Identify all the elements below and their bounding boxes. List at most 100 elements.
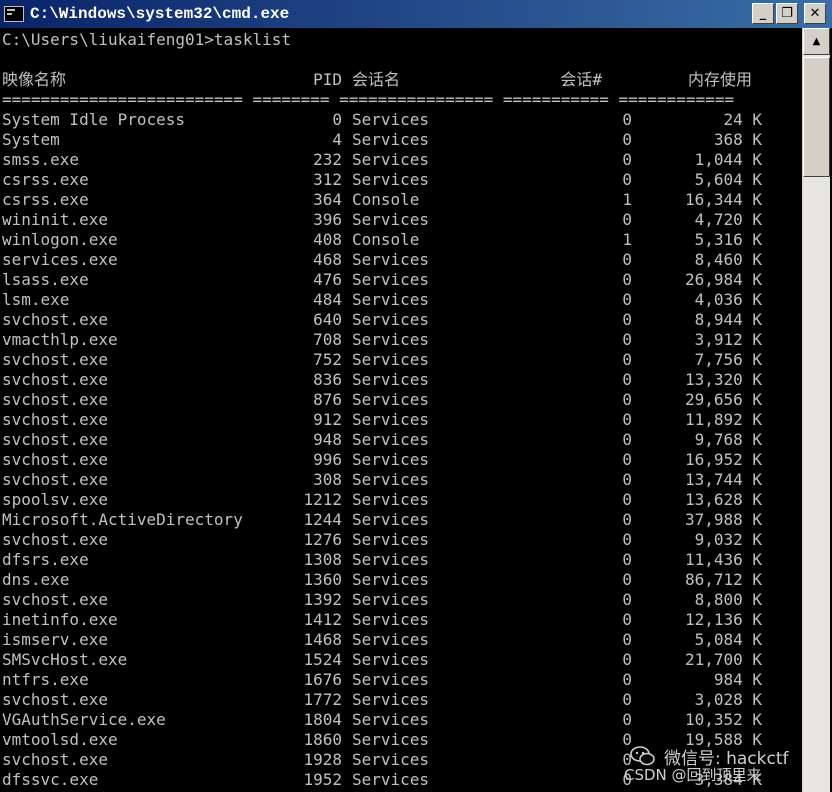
image-name-cell: spoolsv.exe <box>2 490 108 509</box>
image-name-cell: lsm.exe <box>2 290 70 309</box>
image-name-cell: ismserv.exe <box>2 630 108 649</box>
memory-usage-cell: 8,800 K <box>694 590 762 609</box>
session-number-cell: 0 <box>622 730 632 749</box>
memory-usage-cell: 7,756 K <box>694 350 762 369</box>
session-name-cell: Services <box>352 650 430 669</box>
image-name-cell: svchost.exe <box>2 350 108 369</box>
session-number-cell: 0 <box>622 330 632 349</box>
session-number-cell: 0 <box>622 510 632 529</box>
session-number-cell: 0 <box>622 530 632 549</box>
pid-cell: 312 <box>313 170 342 189</box>
session-name-cell: Services <box>352 330 430 349</box>
image-name-cell: dns.exe <box>2 570 70 589</box>
session-name-cell: Services <box>352 110 430 129</box>
table-row: svchost.exe 836 Services 0 13,320 K <box>0 370 802 390</box>
memory-usage-cell: 3,912 K <box>694 330 762 349</box>
pid-cell: 708 <box>313 330 342 349</box>
image-name-cell: dfssvc.exe <box>2 770 99 789</box>
window-controls: _ ❐ ✕ <box>752 3 826 24</box>
image-name-cell: smss.exe <box>2 150 80 169</box>
session-name-cell: Services <box>352 470 430 489</box>
pid-cell: 1524 <box>303 650 342 669</box>
image-name-cell: wininit.exe <box>2 210 108 229</box>
pid-cell: 752 <box>313 350 342 369</box>
image-name-cell: csrss.exe <box>2 170 89 189</box>
session-number-cell: 0 <box>622 450 632 469</box>
table-row: VGAuthService.exe 1804 Services 0 10,352 K <box>0 710 802 730</box>
pid-cell: 0 <box>332 110 342 129</box>
pid-cell: 912 <box>313 410 342 429</box>
memory-usage-cell: 10,352 K <box>684 710 762 729</box>
session-number-cell: 0 <box>622 310 632 329</box>
session-number-cell: 0 <box>622 430 632 449</box>
pid-cell: 1468 <box>303 630 342 649</box>
session-number-cell: 0 <box>622 630 632 649</box>
session-name-cell: Services <box>352 770 430 789</box>
memory-usage-cell: 37,988 K <box>684 510 762 529</box>
table-row: csrss.exe 364 Console 1 16,344 K <box>0 190 802 210</box>
console-output[interactable]: C:\Users\liukaifeng01>tasklist 映像名称 PID … <box>0 28 802 792</box>
table-row: svchost.exe 1928 Services 0 <box>0 750 802 770</box>
table-row: svchost.exe 640 Services 0 8,944 K <box>0 310 802 330</box>
image-name-cell: SMSvcHost.exe <box>2 650 128 669</box>
close-icon: ✕ <box>809 6 821 21</box>
session-number-cell: 0 <box>622 290 632 309</box>
table-row: svchost.exe 308 Services 0 13,744 K <box>0 470 802 490</box>
memory-usage-cell: 26,984 K <box>684 270 762 289</box>
memory-usage-cell: 16,952 K <box>684 450 762 469</box>
session-number-cell: 1 <box>622 230 632 249</box>
scroll-thumb[interactable] <box>803 57 830 177</box>
session-number-cell: 0 <box>622 350 632 369</box>
session-name-cell: Services <box>352 290 430 309</box>
maximize-button[interactable]: ❐ <box>776 3 798 24</box>
session-name-cell: Services <box>352 710 430 729</box>
session-name-cell: Console <box>352 190 420 209</box>
minimize-button[interactable]: _ <box>752 3 774 24</box>
pid-cell: 1276 <box>303 530 342 549</box>
session-number-cell: 0 <box>622 690 632 709</box>
memory-usage-cell: 3,028 K <box>694 690 762 709</box>
pid-cell: 1244 <box>303 510 342 529</box>
scroll-up-button[interactable]: ▲ <box>803 28 830 55</box>
vertical-scrollbar[interactable]: ▲ <box>802 28 830 792</box>
image-name-cell: vmtoolsd.exe <box>2 730 118 749</box>
pid-cell: 996 <box>313 450 342 469</box>
memory-usage-cell: 12,136 K <box>684 610 762 629</box>
session-name-cell: Services <box>352 590 430 609</box>
title-bar[interactable]: C:\Windows\system32\cmd.exe _ ❐ ✕ <box>0 0 832 28</box>
memory-usage-cell: 86,712 K <box>684 570 762 589</box>
session-name-cell: Services <box>352 170 430 189</box>
memory-usage-cell: 11,436 K <box>684 550 762 569</box>
memory-usage-cell: 13,628 K <box>684 490 762 509</box>
memory-usage-cell: 8,460 K <box>694 250 762 269</box>
table-row: inetinfo.exe 1412 Services 0 12,136 K <box>0 610 802 630</box>
table-row: dns.exe 1360 Services 0 86,712 K <box>0 570 802 590</box>
session-number-cell: 1 <box>622 190 632 209</box>
session-name-cell: Services <box>352 270 430 289</box>
memory-usage-cell: 24 K <box>723 110 762 129</box>
memory-usage-cell: 11,892 K <box>684 410 762 429</box>
pid-cell: 364 <box>313 190 342 209</box>
image-name-cell: services.exe <box>2 250 118 269</box>
session-name-cell: Services <box>352 210 430 229</box>
session-name-cell: Services <box>352 730 430 749</box>
close-button[interactable]: ✕ <box>804 3 826 24</box>
session-name-cell: Services <box>352 550 430 569</box>
table-row: svchost.exe 1772 Services 0 3,028 K <box>0 690 802 710</box>
image-name-cell: svchost.exe <box>2 450 108 469</box>
table-row: SMSvcHost.exe 1524 Services 0 21,700 K <box>0 650 802 670</box>
console-app-icon[interactable] <box>4 6 24 22</box>
pid-cell: 468 <box>313 250 342 269</box>
session-name-cell: Services <box>352 370 430 389</box>
image-name-cell: svchost.exe <box>2 530 108 549</box>
pid-cell: 1928 <box>303 750 342 769</box>
session-name-cell: Services <box>352 530 430 549</box>
image-name-cell: dfsrs.exe <box>2 550 89 569</box>
table-row: System 4 Services 0 368 K <box>0 130 802 150</box>
memory-usage-cell: 16,344 K <box>684 190 762 209</box>
pid-cell: 876 <box>313 390 342 409</box>
image-name-cell: svchost.exe <box>2 390 108 409</box>
pid-cell: 4 <box>332 130 342 149</box>
session-number-cell: 0 <box>622 590 632 609</box>
table-row: wininit.exe 396 Services 0 4,720 K <box>0 210 802 230</box>
